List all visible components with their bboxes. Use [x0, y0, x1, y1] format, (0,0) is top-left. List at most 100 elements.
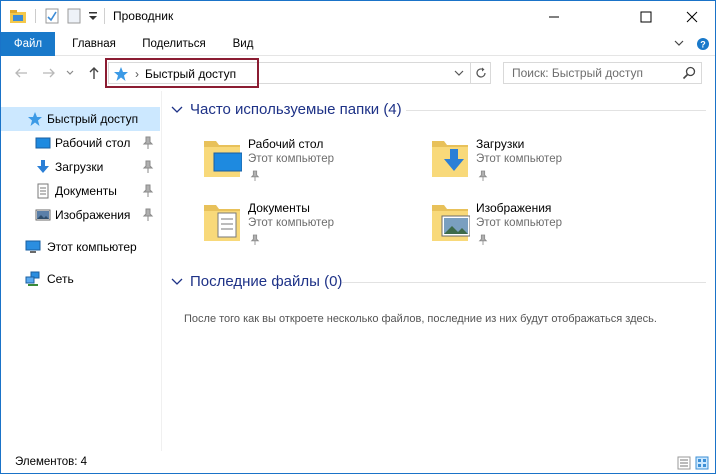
nav-item-this-pc[interactable]: Этот компьютер: [1, 235, 160, 259]
address-highlight-box: [105, 58, 259, 88]
folder-tile-documents[interactable]: Документы Этот компьютер: [202, 199, 422, 255]
up-button[interactable]: [85, 63, 103, 83]
refresh-icon: [475, 67, 486, 78]
address-dropdown-button[interactable]: [450, 64, 468, 82]
tab-home[interactable]: Главная: [63, 32, 125, 56]
pin-icon[interactable]: [250, 234, 260, 246]
nav-item-desktop[interactable]: Рабочий стол: [1, 131, 160, 155]
help-icon: ?: [697, 38, 709, 50]
folder-location: Этот компьютер: [248, 217, 334, 229]
folder-tile-desktop[interactable]: Рабочий стол Этот компьютер: [202, 135, 422, 191]
folder-location: Этот компьютер: [476, 153, 562, 165]
search-box[interactable]: Поиск: Быстрый доступ: [503, 62, 702, 84]
folder-location: Этот компьютер: [248, 153, 334, 165]
nav-item-label: Загрузки: [55, 160, 104, 174]
folder-location: Этот компьютер: [476, 217, 562, 229]
tab-file[interactable]: Файл: [1, 32, 55, 56]
refresh-button[interactable]: [470, 63, 490, 83]
pin-icon[interactable]: [478, 234, 488, 246]
window-title: Проводник: [113, 9, 174, 23]
pin-icon[interactable]: [142, 208, 154, 222]
folder-name: Загрузки: [476, 137, 525, 151]
folder-tile-downloads[interactable]: Загрузки Этот компьютер: [430, 135, 650, 191]
properties-icon[interactable]: [44, 8, 60, 24]
back-button[interactable]: [11, 63, 31, 83]
minimize-icon: [549, 16, 559, 17]
nav-item-downloads[interactable]: Загрузки: [1, 155, 160, 179]
pin-icon[interactable]: [142, 136, 154, 150]
new-folder-icon[interactable]: [66, 8, 82, 24]
customize-toolbar-icon[interactable]: [88, 10, 98, 22]
nav-item-label: Изображения: [55, 208, 131, 222]
folder-name: Изображения: [476, 201, 552, 215]
status-bar: Элементов: 4: [1, 453, 715, 473]
maximize-button[interactable]: [623, 1, 669, 32]
navigation-pane: Быстрый доступ Рабочий стол Загрузки Док…: [1, 105, 161, 445]
nav-item-label: Этот компьютер: [47, 240, 137, 254]
ribbon-tabs: Файл Главная Поделиться Вид ?: [1, 32, 715, 56]
pin-icon[interactable]: [142, 160, 154, 174]
star-icon: [28, 112, 42, 126]
nav-item-label: Быстрый доступ: [47, 112, 139, 126]
tab-view[interactable]: Вид: [223, 32, 263, 56]
search-icon[interactable]: [682, 66, 696, 80]
address-row: › Быстрый доступ Поиск: Быстрый доступ: [1, 57, 715, 91]
group-title: Последние файлы (0): [190, 272, 343, 290]
nav-item-quick-access[interactable]: Быстрый доступ: [1, 107, 160, 131]
chevron-down-icon: [66, 70, 74, 75]
title-separator: [104, 8, 105, 24]
help-button[interactable]: ?: [695, 32, 711, 56]
tab-share[interactable]: Поделиться: [133, 32, 215, 56]
nav-item-documents[interactable]: Документы: [1, 179, 160, 203]
download-icon: [37, 160, 49, 173]
nav-item-label: Сеть: [47, 272, 74, 286]
downloads-folder-icon: [432, 141, 468, 177]
item-count: Элементов: 4: [15, 456, 88, 468]
folder-name: Документы: [248, 201, 310, 215]
explorer-window: Проводник Файл Главная Поделиться Вид ?: [0, 0, 716, 474]
close-button[interactable]: [669, 1, 715, 32]
nav-item-pictures[interactable]: Изображения: [1, 203, 160, 227]
chevron-down-icon: [454, 70, 464, 76]
recent-locations-button[interactable]: [63, 63, 77, 83]
group-title: Часто используемые папки (4): [190, 100, 402, 118]
large-icons-view-icon[interactable]: [695, 456, 709, 470]
forward-button[interactable]: [39, 63, 59, 83]
quick-access-toolbar: [9, 7, 98, 25]
search-placeholder: Поиск: Быстрый доступ: [512, 66, 644, 80]
arrow-right-icon: [43, 68, 55, 78]
documents-folder-icon: [204, 205, 240, 241]
desktop-folder-icon: [204, 141, 242, 177]
group-divider-line: [342, 282, 706, 283]
qa-separator: [35, 9, 36, 23]
pictures-folder-icon: [432, 205, 470, 241]
ribbon-expand-button[interactable]: [671, 32, 687, 56]
pin-icon[interactable]: [250, 170, 260, 182]
content-area: Часто используемые папки (4) Рабочий сто…: [162, 91, 715, 451]
explorer-app-icon[interactable]: [9, 8, 27, 24]
pin-icon[interactable]: [478, 170, 488, 182]
arrow-up-icon: [89, 67, 99, 79]
chevron-down-icon: [171, 278, 183, 285]
group-header-recent[interactable]: Последние файлы (0): [170, 271, 342, 291]
nav-item-label: Документы: [55, 184, 117, 198]
maximize-icon: [640, 11, 652, 22]
chevron-down-icon: [171, 106, 183, 113]
network-icon: [25, 271, 40, 286]
minimize-button[interactable]: [531, 1, 577, 32]
pictures-icon: [35, 209, 51, 221]
folder-name: Рабочий стол: [248, 137, 324, 151]
nav-item-network[interactable]: Сеть: [1, 267, 160, 291]
desktop-icon: [35, 137, 51, 149]
group-header-frequent[interactable]: Часто используемые папки (4): [170, 99, 402, 119]
group-divider-line: [406, 110, 706, 111]
pin-icon[interactable]: [142, 184, 154, 198]
empty-recent-message: После того как вы откроете несколько фай…: [184, 313, 657, 325]
svg-text:?: ?: [700, 40, 706, 50]
folder-tile-pictures[interactable]: Изображения Этот компьютер: [430, 199, 650, 255]
computer-icon: [25, 240, 41, 253]
arrow-left-icon: [15, 68, 27, 78]
documents-icon: [37, 183, 49, 199]
close-icon: [686, 11, 698, 22]
details-view-icon[interactable]: [677, 456, 691, 470]
